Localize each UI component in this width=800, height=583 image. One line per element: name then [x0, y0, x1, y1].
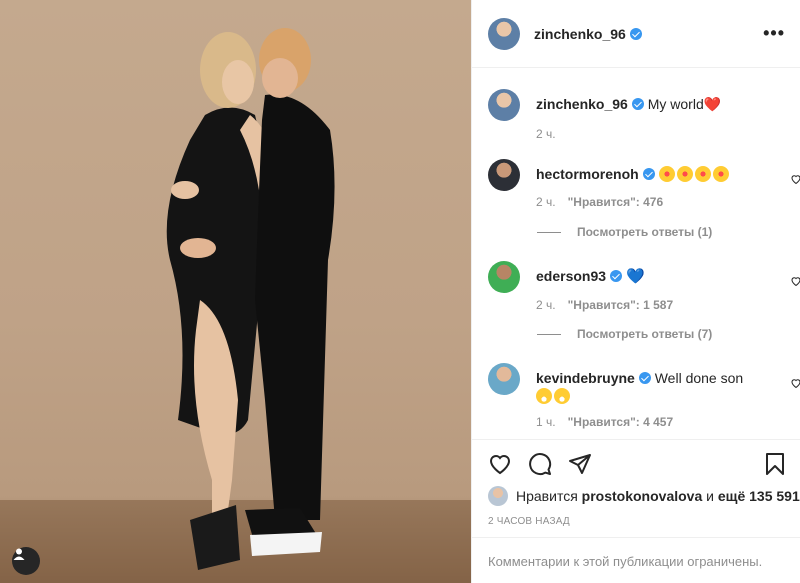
blue-heart-emoji: 💙	[625, 268, 645, 285]
post-header: zinchenko_96 •••	[472, 0, 800, 68]
comments-restricted-notice: Комментарии к этой публикации ограничены…	[472, 537, 800, 583]
likes-others-count[interactable]: ещё 135 591	[718, 488, 800, 504]
commenter-username[interactable]: kevindebruyne	[536, 370, 635, 386]
comment-likes-count[interactable]: "Нравится": 476	[568, 195, 664, 209]
verified-badge-icon	[610, 270, 623, 282]
photo-illustration	[0, 28, 471, 583]
commenter-username[interactable]: hectormorenoh	[536, 166, 639, 182]
comment-icon[interactable]	[528, 452, 552, 476]
tears-of-joy-emoji	[536, 388, 552, 404]
comments-list[interactable]: zinchenko_96 My world❤️ 2 ч. hectormoren…	[472, 69, 800, 439]
user-silhouette-icon	[13, 548, 25, 560]
like-comment-icon[interactable]	[790, 275, 800, 287]
commenter-username[interactable]: ederson93	[536, 268, 606, 284]
star-struck-emoji	[676, 166, 693, 182]
tagged-user-icon[interactable]	[12, 547, 40, 575]
red-heart-emoji: ❤️	[703, 96, 722, 112]
likes-conj: и	[706, 488, 714, 504]
author-username-text[interactable]: zinchenko_96	[534, 26, 626, 42]
comment-time[interactable]: 2 ч.	[536, 195, 556, 209]
verified-badge-icon	[629, 27, 642, 40]
liker-username[interactable]: prostokonovalova	[582, 488, 703, 504]
view-replies-button[interactable]: Посмотреть ответы (1)	[537, 225, 712, 239]
comment-item: kevindebruyne Well done son 1 ч. "Нравитс…	[488, 363, 800, 429]
comment-text: Well done son	[654, 370, 744, 386]
instagram-post-view: zinchenko_96 ••• zinchenko_96 My world❤️…	[0, 0, 800, 583]
star-struck-emoji	[694, 166, 711, 182]
caption-time[interactable]: 2 ч.	[536, 127, 556, 141]
share-icon[interactable]	[568, 452, 592, 476]
caption-text: My world	[647, 96, 704, 112]
ellipsis-icon[interactable]: •••	[763, 24, 785, 42]
like-comment-icon[interactable]	[790, 173, 800, 185]
commenter-avatar[interactable]	[488, 159, 520, 191]
action-bar	[472, 439, 800, 487]
commenter-avatar[interactable]	[488, 363, 520, 395]
likes-summary[interactable]: Нравится prostokonovalova и ещё 135 591	[488, 486, 800, 506]
comment-likes-count[interactable]: "Нравится": 1 587	[568, 298, 674, 312]
liker-avatar[interactable]	[488, 486, 508, 506]
commenter-avatar[interactable]	[488, 261, 520, 293]
author-avatar[interactable]	[488, 17, 520, 50]
comment-time[interactable]: 1 ч.	[536, 415, 556, 429]
comment-item: hectormorenoh 2 ч. "Нравится": 476	[488, 159, 800, 209]
view-replies-button[interactable]: Посмотреть ответы (7)	[537, 327, 712, 341]
author-username[interactable]: zinchenko_96	[534, 26, 642, 42]
star-struck-emoji	[712, 166, 729, 182]
caption-avatar[interactable]	[488, 89, 520, 121]
comment-item: ederson93 💙 2 ч. "Нравится": 1 587	[488, 261, 800, 312]
caption: zinchenko_96 My world❤️ 2 ч.	[488, 89, 788, 141]
comment-time[interactable]: 2 ч.	[536, 298, 556, 312]
verified-badge-icon	[642, 168, 655, 180]
like-comment-icon[interactable]	[790, 377, 800, 389]
star-struck-emoji	[658, 166, 675, 182]
heart-icon[interactable]	[488, 452, 512, 476]
likes-prefix: Нравится	[516, 488, 578, 504]
verified-badge-icon	[631, 98, 644, 110]
bookmark-icon[interactable]	[764, 452, 786, 476]
tears-of-joy-emoji	[554, 388, 570, 404]
posted-time[interactable]: 2 ЧАСОВ НАЗАД	[488, 516, 570, 527]
caption-username[interactable]: zinchenko_96	[536, 96, 628, 112]
post-side-panel: zinchenko_96 ••• zinchenko_96 My world❤️…	[471, 0, 800, 583]
verified-badge-icon	[638, 372, 651, 384]
post-photo[interactable]	[0, 0, 471, 583]
comment-likes-count[interactable]: "Нравится": 4 457	[568, 415, 674, 429]
